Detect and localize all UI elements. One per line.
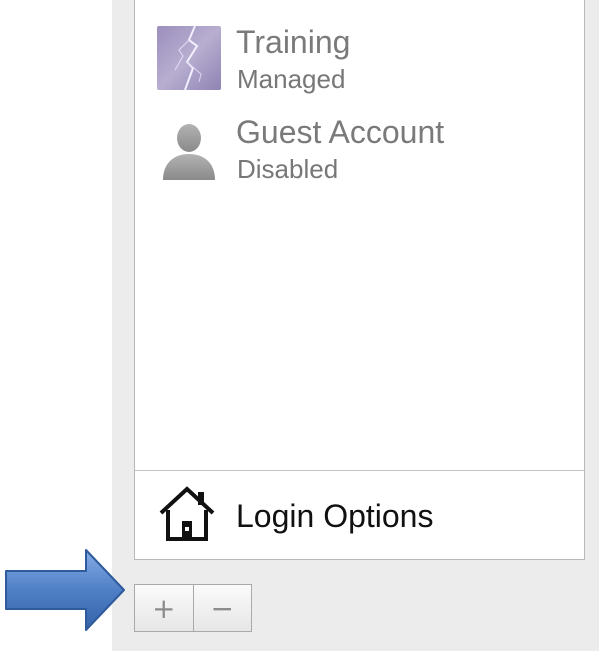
add-remove-button-group: + − [134,584,252,632]
user-list: Training Managed Guest Account Disabled [134,0,585,560]
user-name: Training [236,24,351,60]
add-user-button[interactable]: + [135,585,193,631]
home-icon [157,483,217,543]
login-options-label: Login Options [236,498,434,534]
login-options-item[interactable]: Login Options [135,471,584,559]
user-name: Guest Account [236,114,445,150]
person-silhouette-icon [157,116,221,180]
remove-user-button[interactable]: − [192,585,252,631]
user-row-training[interactable]: Training Managed [135,24,584,110]
lightning-icon [157,26,221,90]
user-status: Managed [237,64,346,94]
right-arrow-icon [5,549,125,631]
user-row-guest-account[interactable]: Guest Account Disabled [135,114,584,200]
user-status: Disabled [237,154,339,184]
